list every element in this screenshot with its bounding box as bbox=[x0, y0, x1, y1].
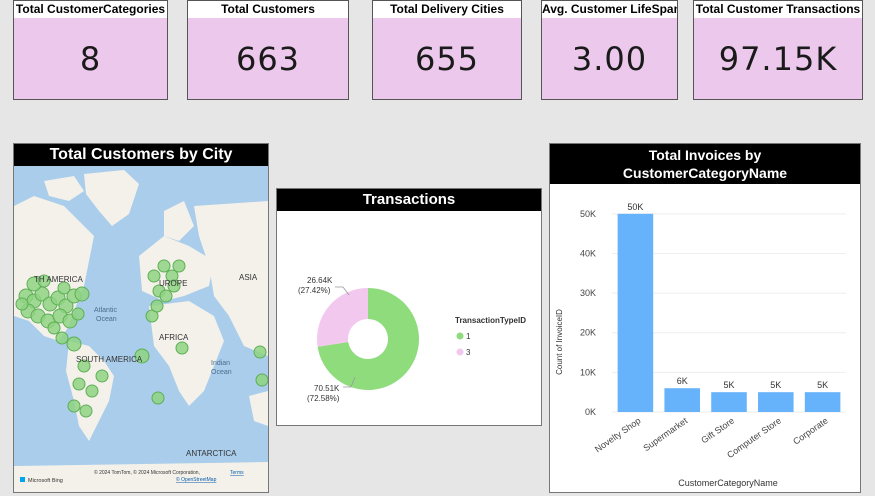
donut-label-1-value: 70.51K bbox=[314, 384, 340, 393]
map-credit-line1: © 2024 TomTom, © 2024 Microsoft Corporat… bbox=[94, 469, 200, 476]
label-asia: ASIA bbox=[239, 273, 258, 282]
city-bubble bbox=[95, 369, 109, 383]
kpi-card-customers[interactable]: Total Customers 663 bbox=[187, 0, 349, 100]
city-bubble bbox=[151, 391, 165, 405]
map-title: Total Customers by City bbox=[14, 144, 268, 166]
x-tick-label: Gift Store bbox=[699, 415, 736, 445]
y-tick-label: 40K bbox=[580, 248, 596, 258]
city-bubble bbox=[71, 307, 85, 321]
city-bubble bbox=[67, 399, 81, 413]
city-bubble bbox=[255, 373, 268, 387]
label-north-america: TH AMERICA bbox=[34, 275, 84, 284]
donut-chart[interactable]: 26.64K (27.42%) 70.51K (72.58%) Transact… bbox=[277, 211, 541, 425]
y-axis-title: Count of InvoiceID bbox=[555, 309, 564, 375]
kpi-value: 8 bbox=[79, 40, 102, 78]
kpi-card-transactions[interactable]: Total Customer Transactions 97.15K bbox=[693, 0, 863, 100]
y-tick-label: 30K bbox=[580, 288, 596, 298]
bar-gift-store[interactable] bbox=[711, 392, 747, 412]
y-tick-label: 50K bbox=[580, 209, 596, 219]
map-terms-link[interactable]: Terms bbox=[230, 470, 244, 476]
bar-data-label: 6K bbox=[677, 376, 688, 386]
kpi-title: Avg. Customer LifeSpan bbox=[542, 1, 677, 18]
kpi-title: Total Customers bbox=[188, 1, 348, 18]
city-bubble bbox=[85, 384, 99, 398]
city-bubble bbox=[159, 289, 173, 303]
donut-slice-3[interactable] bbox=[317, 288, 368, 347]
x-tick-label: Novelty Shop bbox=[593, 415, 643, 454]
bar-novelty-shop[interactable] bbox=[617, 213, 654, 412]
invoices-bar-visual[interactable]: Total Invoices by CustomerCategoryName 0… bbox=[549, 143, 861, 493]
bar-supermarket[interactable] bbox=[664, 388, 700, 412]
city-bubble bbox=[150, 299, 164, 313]
transactions-donut-visual[interactable]: Transactions 26.64K (27.42%) 70.51K (72.… bbox=[276, 188, 542, 426]
kpi-title: Total CustomerCategories bbox=[14, 1, 167, 18]
kpi-title: Total Delivery Cities bbox=[373, 1, 521, 18]
donut-label-3-pct: (27.42%) bbox=[298, 286, 331, 295]
label-antarctica: ANTARCTICA bbox=[186, 449, 237, 458]
bar-data-label: 50K bbox=[627, 202, 643, 212]
city-bubble bbox=[253, 345, 267, 359]
kpi-card-lifespan[interactable]: Avg. Customer LifeSpan 3.00 bbox=[541, 0, 678, 100]
x-tick-label: Corporate bbox=[791, 415, 830, 446]
antarctica-land bbox=[14, 462, 268, 492]
label-south-america: SOUTH AMERICA bbox=[76, 355, 143, 364]
label-atlantic: Atlantic bbox=[94, 307, 117, 314]
kpi-card-delivery-cities[interactable]: Total Delivery Cities 655 bbox=[372, 0, 522, 100]
map-visual[interactable]: Total Customers by City TH AMERICA UROPE… bbox=[13, 143, 269, 493]
x-axis-title: CustomerCategoryName bbox=[678, 478, 778, 488]
city-bubble bbox=[79, 404, 93, 418]
map-credit-logo: Microsoft Bing bbox=[28, 478, 63, 484]
legend-title: TransactionTypeID bbox=[455, 316, 526, 325]
label-africa: AFRICA bbox=[159, 333, 189, 342]
kpi-card-categories[interactable]: Total CustomerCategories 8 bbox=[13, 0, 168, 100]
city-bubble bbox=[55, 331, 69, 345]
label-atlantic-ocean: Ocean bbox=[96, 316, 117, 323]
bar-corporate[interactable] bbox=[804, 392, 841, 412]
bar-data-label: 5K bbox=[770, 380, 781, 390]
city-bubble bbox=[74, 286, 90, 302]
donut-title: Transactions bbox=[277, 189, 541, 211]
kpi-title: Total Customer Transactions bbox=[694, 1, 862, 18]
city-bubble bbox=[15, 297, 29, 311]
city-bubble bbox=[157, 259, 171, 273]
donut-label-1-pct: (72.58%) bbox=[307, 394, 340, 403]
kpi-value: 655 bbox=[414, 40, 480, 78]
city-bubble bbox=[47, 321, 61, 335]
donut-label-3-value: 26.64K bbox=[307, 276, 333, 285]
label-indian-ocean: Ocean bbox=[211, 369, 232, 376]
bar-title-line1: Total Invoices by bbox=[648, 147, 762, 163]
city-bubble bbox=[66, 336, 82, 352]
legend-swatch-1 bbox=[456, 332, 464, 340]
y-tick-label: 20K bbox=[580, 328, 596, 338]
label-indian: Indian bbox=[211, 360, 230, 367]
map-credit-line2[interactable]: © OpenStreetMap bbox=[176, 476, 217, 483]
kpi-value: 3.00 bbox=[571, 40, 648, 78]
bar-title-line2: CustomerCategoryName bbox=[622, 165, 788, 181]
bar-title: Total Invoices by CustomerCategoryName bbox=[550, 144, 860, 184]
bar-chart[interactable]: 0K 10K 20K 30K 40K 50K 50K Novelty Shop 6K Super… bbox=[550, 184, 860, 492]
legend-swatch-3 bbox=[456, 348, 464, 356]
label-europe: UROPE bbox=[159, 279, 187, 288]
y-tick-label: 10K bbox=[580, 367, 596, 377]
city-bubble bbox=[72, 377, 86, 391]
city-bubble bbox=[172, 259, 186, 273]
bar-data-label: 5K bbox=[817, 380, 828, 390]
bar-data-label: 5K bbox=[723, 380, 734, 390]
legend-label-3: 3 bbox=[466, 348, 471, 357]
legend-label-1: 1 bbox=[466, 332, 471, 341]
world-map[interactable]: TH AMERICA UROPE ASIA AFRICA SOUTH AMERI… bbox=[14, 166, 268, 492]
bing-logo-icon bbox=[20, 477, 25, 482]
city-bubble bbox=[175, 341, 189, 355]
kpi-value: 663 bbox=[235, 40, 301, 78]
x-tick-label: Supermarket bbox=[641, 415, 689, 453]
kpi-value: 97.15K bbox=[718, 40, 838, 78]
bar-computer-store[interactable] bbox=[758, 392, 794, 412]
y-tick-label: 0K bbox=[585, 407, 596, 417]
